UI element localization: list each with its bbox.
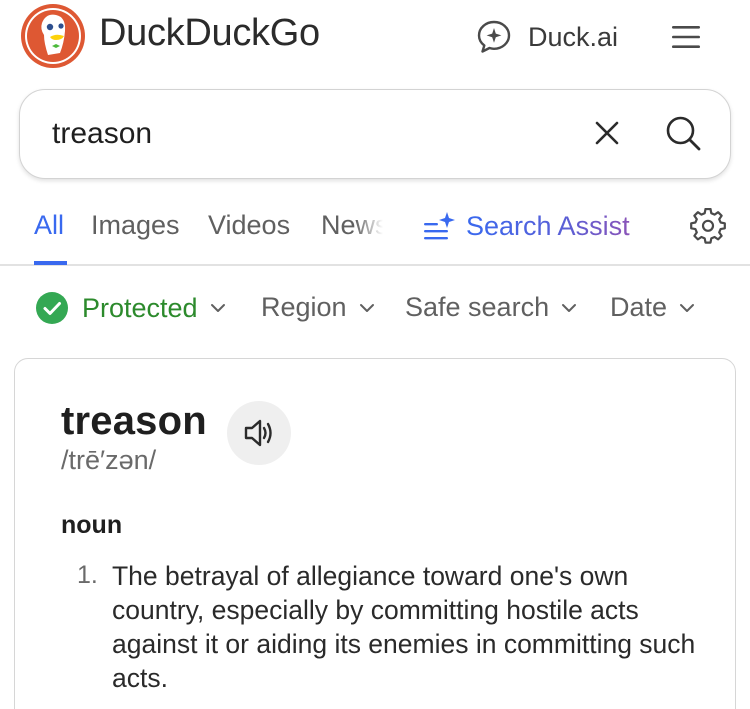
close-icon[interactable] [592, 118, 622, 148]
chevron-down-icon [210, 304, 225, 312]
check-circle-icon [36, 292, 68, 324]
chat-sparkle-icon [477, 20, 511, 53]
date-filter[interactable]: Date [610, 292, 695, 323]
part-of-speech: noun [61, 511, 123, 539]
duck-ai-button[interactable]: Duck.ai [476, 18, 618, 56]
region-filter[interactable]: Region [261, 292, 375, 323]
pronunciation-audio-button[interactable] [227, 401, 291, 465]
tab-all[interactable]: All [34, 210, 64, 241]
region-label: Region [261, 292, 347, 322]
duck-ai-label: Duck.ai [528, 21, 619, 52]
pronunciation: /trē′zən/ [61, 445, 157, 475]
speaker-icon [244, 419, 272, 447]
header: DuckDuckGo Duck.ai [0, 0, 750, 78]
search-icon[interactable] [664, 114, 702, 152]
definition-card: treason /trē′zən/ noun 1. The betrayal o… [14, 358, 736, 709]
safe-search-filter[interactable]: Safe search [405, 292, 577, 323]
search-tabs: All Images Videos News Search Assist [0, 190, 750, 266]
brand-name: DuckDuckGo [99, 12, 320, 54]
protected-filter[interactable]: Protected [36, 292, 226, 324]
definition-word: treason [61, 399, 207, 443]
definition-number: 1. [77, 561, 98, 589]
hamburger-menu-icon[interactable] [671, 23, 701, 51]
chevron-down-icon [359, 303, 374, 312]
sparkle-lines-icon [424, 212, 455, 240]
filter-bar: Protected Region Safe search Date [0, 286, 750, 336]
search-box [19, 89, 731, 179]
chevron-down-icon [680, 303, 695, 312]
protected-label: Protected [82, 292, 198, 323]
safe-search-label: Safe search [405, 292, 550, 322]
tab-videos[interactable]: Videos [208, 210, 290, 241]
duckduckgo-logo[interactable] [20, 3, 86, 69]
definition-text: The betrayal of allegiance toward one's … [112, 561, 696, 693]
gear-icon[interactable] [690, 208, 726, 244]
chevron-down-icon [562, 303, 577, 312]
active-tab-indicator [34, 261, 67, 265]
date-label: Date [610, 292, 668, 322]
search-assist-button[interactable]: Search Assist [422, 210, 630, 242]
search-input[interactable] [52, 112, 572, 156]
search-assist-label: Search Assist [466, 210, 630, 241]
tab-news[interactable]: News [321, 210, 383, 241]
tab-images[interactable]: Images [91, 210, 180, 241]
